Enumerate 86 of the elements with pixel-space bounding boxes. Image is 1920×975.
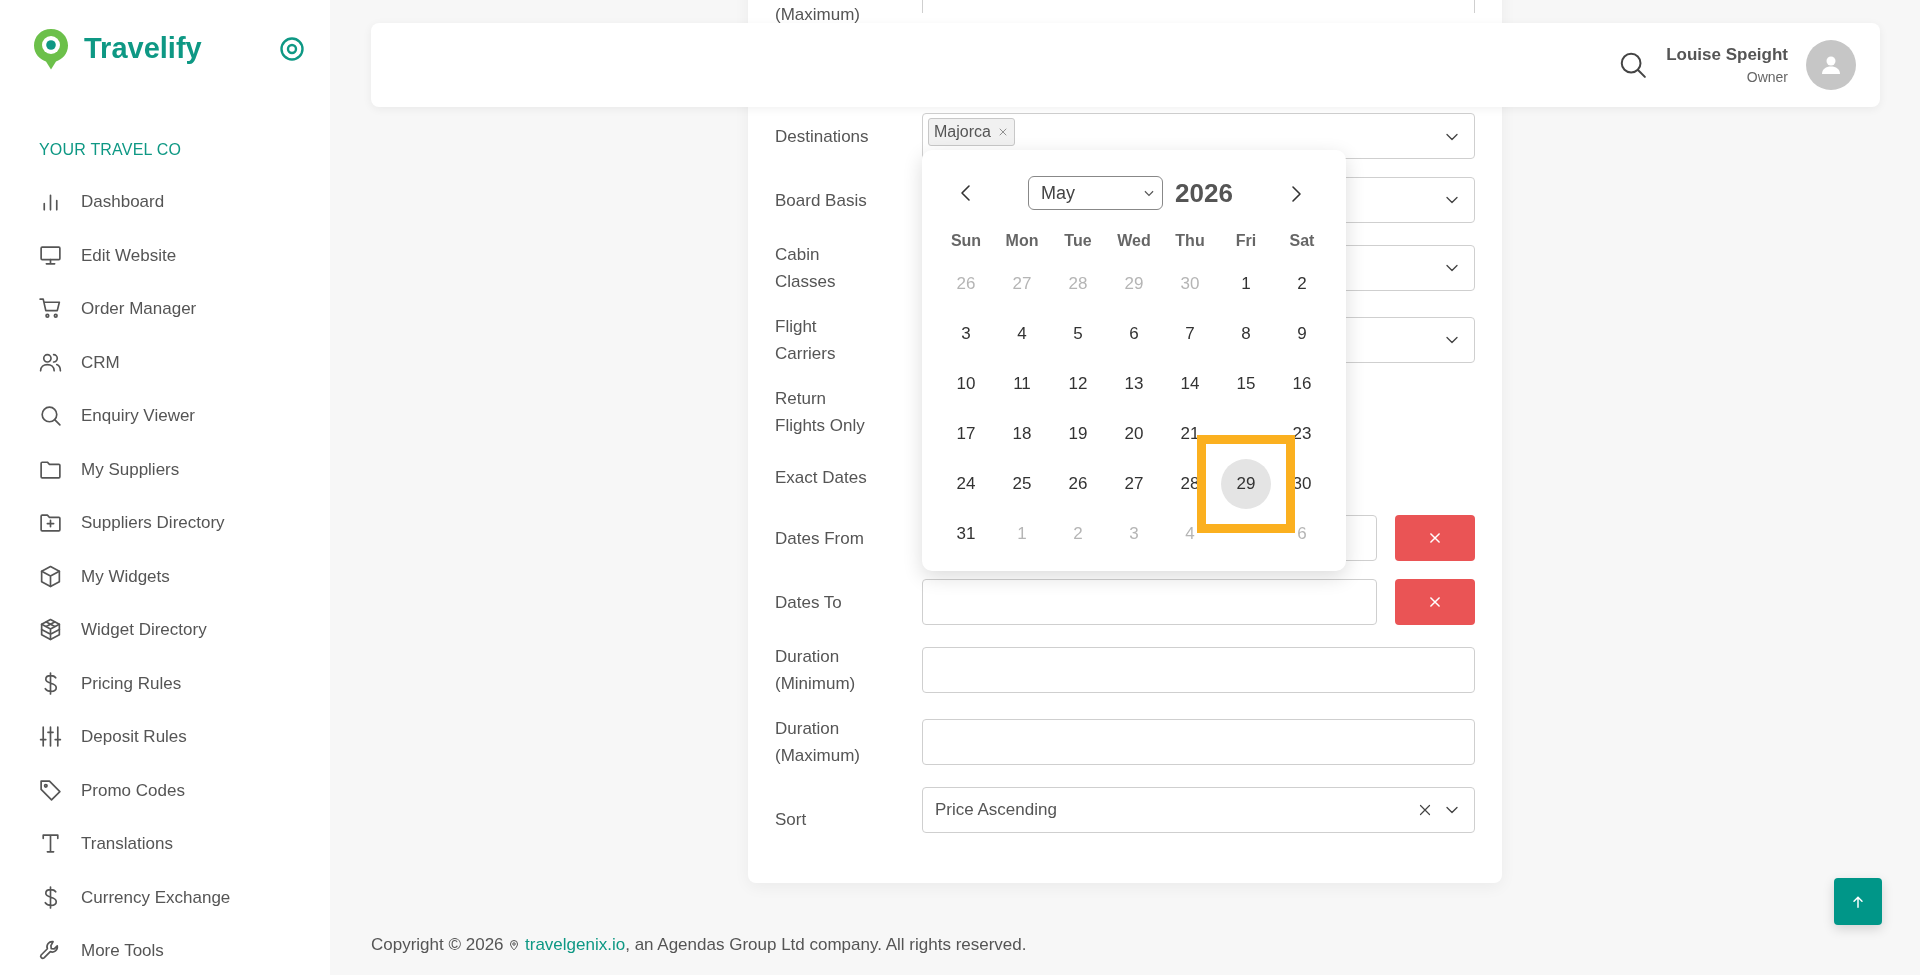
sidebar-item[interactable]: Translations: [32, 817, 330, 871]
sidebar-item[interactable]: Promo Codes: [32, 763, 330, 817]
field-label: Cabin Classes: [775, 244, 837, 293]
close-icon: [1428, 595, 1442, 609]
calendar-day[interactable]: 27: [1109, 459, 1159, 509]
sliders-icon: [38, 724, 63, 750]
calendar-day[interactable]: 6: [1109, 309, 1159, 359]
field-label: Duration (Maximum): [775, 718, 861, 767]
calendar-day[interactable]: 1: [1221, 259, 1271, 309]
select-value: Price Ascending: [935, 799, 1057, 822]
select-field[interactable]: Price Ascending: [922, 787, 1475, 833]
sidebar-item[interactable]: Order Manager: [32, 282, 330, 336]
calendar-day[interactable]: 24: [941, 459, 991, 509]
calendar-day[interactable]: 19: [1053, 409, 1103, 459]
input-field[interactable]: [922, 647, 1475, 693]
calendar-day[interactable]: 16: [1277, 359, 1327, 409]
user-role: Owner: [1745, 68, 1788, 88]
sidebar-item[interactable]: Enquiry Viewer: [32, 389, 330, 443]
sidebar-item[interactable]: My Suppliers: [32, 442, 330, 496]
field-label: Exact Dates: [775, 466, 868, 489]
search-icon[interactable]: [1618, 50, 1649, 80]
search-icon: [38, 403, 63, 429]
year-label: 2026: [1175, 176, 1233, 210]
sidebar-item[interactable]: Widget Directory: [32, 603, 330, 657]
sidebar-item[interactable]: Currency Exchange: [32, 870, 330, 924]
field-label: Destinations: [775, 125, 870, 148]
sidebar-item[interactable]: My Widgets: [32, 549, 330, 603]
tag-label: Majorca: [934, 122, 991, 142]
calendar-day[interactable]: 3: [941, 309, 991, 359]
calendar-day[interactable]: 26: [1053, 459, 1103, 509]
weekday-label: Sat: [1288, 231, 1316, 251]
pin-icon: [508, 938, 521, 952]
calendar-day[interactable]: 2: [1277, 259, 1327, 309]
input-field[interactable]: [922, 719, 1475, 765]
field-label: Sort: [775, 809, 808, 831]
calendar-day[interactable]: 17: [941, 409, 991, 459]
copyright-text: Copyright © 2026 travelgenix.io, an Agendas Group Ltd company. All rights reserved.: [370, 933, 1028, 956]
sidebar-item[interactable]: CRM: [32, 335, 330, 389]
calendar-day[interactable]: 25: [997, 459, 1047, 509]
sidebar-item[interactable]: More Tools: [32, 924, 330, 975]
sidebar-item[interactable]: Deposit Rules: [32, 710, 330, 764]
month-select[interactable]: May: [1028, 176, 1163, 210]
calendar-day[interactable]: 31: [941, 509, 991, 559]
calendar-day[interactable]: 4: [997, 309, 1047, 359]
calendar-day[interactable]: 7: [1165, 309, 1215, 359]
calendar-day[interactable]: 20: [1109, 409, 1159, 459]
user-name: Louise Speight: [1666, 43, 1788, 66]
field-label: Flight Carriers: [775, 316, 837, 365]
calendar-day[interactable]: 29: [1221, 459, 1271, 509]
weekday-label: Fri: [1234, 231, 1258, 251]
calendar-day[interactable]: 13: [1109, 359, 1159, 409]
field-label: Board Basis: [775, 189, 868, 212]
weekday-label: Mon: [1004, 231, 1040, 251]
section-heading: YOUR TRAVEL CO: [39, 140, 183, 160]
calendar-day[interactable]: 5: [1053, 309, 1103, 359]
calendar-day[interactable]: 15: [1221, 359, 1271, 409]
date-input[interactable]: [922, 579, 1377, 625]
brand-name: Travelify: [84, 31, 202, 67]
logo-icon: [32, 27, 70, 71]
calendar-day[interactable]: 12: [1053, 359, 1103, 409]
cube-icon: [38, 563, 63, 589]
calendar-day[interactable]: 18: [997, 409, 1047, 459]
target-icon[interactable]: [279, 36, 305, 63]
tag-icon: [38, 777, 63, 803]
calendar-day[interactable]: 8: [1221, 309, 1271, 359]
calendar-day[interactable]: 14: [1165, 359, 1215, 409]
field-label: (Maximum): [775, 4, 861, 26]
cubes-icon: [38, 617, 63, 643]
sidebar-item[interactable]: Edit Website: [32, 228, 330, 282]
sidebar-item[interactable]: Pricing Rules: [32, 656, 330, 710]
field-label: Dates From: [775, 527, 865, 550]
field-label: Return Flights Only: [775, 388, 866, 437]
close-icon: [1428, 531, 1442, 545]
calendar-day[interactable]: 11: [997, 359, 1047, 409]
weekday-label: Thu: [1174, 231, 1206, 251]
sidebar-item[interactable]: Suppliers Directory: [32, 496, 330, 550]
weekday-label: Sun: [949, 231, 983, 251]
sidebar-item[interactable]: Dashboard: [32, 175, 330, 229]
field-label: Dates To: [775, 591, 843, 614]
weekday-label: Tue: [1063, 231, 1093, 251]
calendar-day[interactable]: 21: [1165, 409, 1215, 459]
scroll-top-button[interactable]: [1834, 878, 1882, 925]
weekday-label: Wed: [1116, 231, 1152, 251]
field-label: Duration (Minimum): [775, 646, 857, 695]
calendar-day[interactable]: 10: [941, 359, 991, 409]
calendar-day[interactable]: 9: [1277, 309, 1327, 359]
